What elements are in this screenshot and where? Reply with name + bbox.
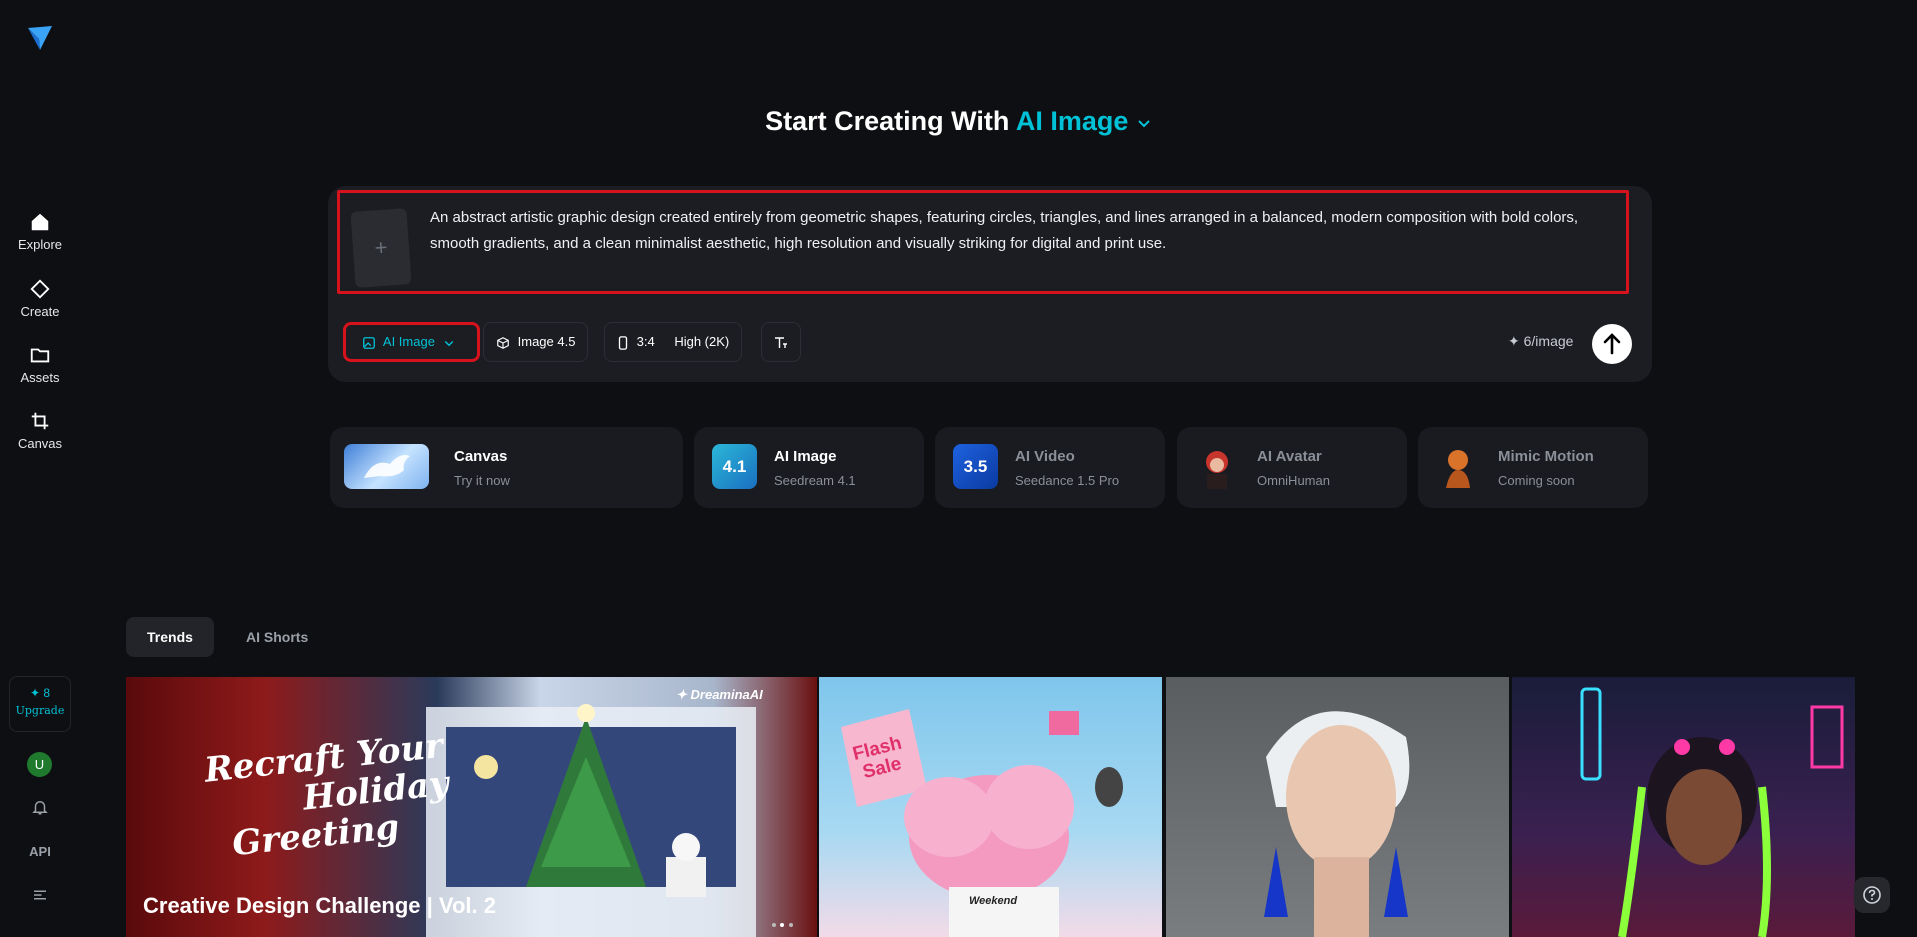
pegasus-thumbnail	[344, 444, 429, 489]
text-format-button[interactable]	[761, 322, 801, 362]
gallery-card-portrait[interactable]	[1166, 677, 1509, 937]
sidebar-item-label: Assets	[20, 370, 60, 385]
tool-name: AI Image	[774, 448, 837, 465]
tool-card-ai-image[interactable]: 4.1 AI Image Seedream 4.1	[694, 427, 924, 508]
sidebar-item-label: Create	[20, 304, 60, 319]
tool-sub: Seedance 1.5 Pro	[1015, 473, 1120, 488]
chevron-down-icon	[1138, 120, 1150, 128]
mode-label: AI Image	[1015, 106, 1129, 136]
tool-card-canvas[interactable]: Canvas Try it now	[330, 427, 683, 508]
avatar[interactable]: U	[27, 752, 52, 777]
tool-sub: Try it now	[454, 473, 510, 488]
arrow-up-icon	[1603, 333, 1621, 355]
credits-count: ✦ 8	[29, 686, 51, 700]
tool-card-mimic-motion[interactable]: Mimic Motion Coming soon	[1418, 427, 1648, 508]
cube-icon	[497, 336, 509, 349]
tool-name: Canvas	[454, 448, 508, 465]
cyber-artwork	[1580, 687, 1844, 937]
star-icon: ✦	[676, 687, 691, 702]
portrait-artwork	[1264, 711, 1410, 937]
sidebar-item-label: Explore	[17, 237, 63, 252]
mode-select-button[interactable]: AI Image	[343, 322, 480, 362]
tool-sub: OmniHuman	[1257, 473, 1330, 488]
brand-label: DreaminaAI	[690, 687, 763, 702]
crop-icon	[31, 412, 49, 430]
api-link[interactable]: API	[0, 844, 80, 859]
seedance-badge: 3.5	[953, 444, 998, 489]
seedream-badge: 4.1	[712, 444, 757, 489]
tool-name: AI Video	[1015, 448, 1075, 465]
ratio-quality-button[interactable]: 3:4 High (2K)	[604, 322, 743, 362]
mode-dropdown[interactable]: AI Image	[1016, 106, 1152, 136]
sidebar-item-label: Canvas	[17, 436, 63, 451]
avatar-thumbnail	[1195, 444, 1240, 489]
brand-watermark: ✦ DreaminaAI	[676, 687, 763, 703]
help-button[interactable]	[1854, 877, 1890, 913]
ratio-label: 3:4	[636, 334, 655, 349]
prompt-text[interactable]: An abstract artistic graphic design crea…	[430, 205, 1610, 257]
tool-sub: Seedream 4.1	[774, 473, 856, 488]
diamond-icon	[30, 279, 50, 299]
page-title: Start Creating With AI Image	[0, 106, 1917, 137]
gallery-card-cyber-girl[interactable]	[1512, 677, 1855, 937]
tool-sub: Coming soon	[1498, 473, 1575, 488]
sidebar-item-assets[interactable]: Assets	[0, 344, 80, 385]
generate-button[interactable]	[1592, 324, 1632, 364]
quality-label: High (2K)	[674, 334, 730, 349]
gallery-card-flash-sale[interactable]: Flash Sale Weekend	[819, 677, 1162, 937]
plus-icon: +	[373, 234, 389, 261]
image-icon	[363, 336, 375, 349]
sidebar: Explore Create Assets Canvas ✦ 8 Upgrade…	[0, 0, 80, 937]
folder-icon	[30, 348, 50, 363]
tab-ai-shorts[interactable]: AI Shorts	[225, 617, 329, 657]
menu-icon[interactable]	[0, 886, 80, 907]
mode-select-label: AI Image	[382, 334, 435, 349]
title-prefix: Start Creating With	[765, 106, 1010, 136]
tab-trends[interactable]: Trends	[126, 617, 214, 657]
phone-ratio-icon	[618, 335, 628, 350]
text-icon	[775, 336, 787, 348]
weekend-label: Weekend	[969, 895, 1018, 907]
mimic-thumbnail	[1436, 444, 1481, 489]
chevron-down-icon	[444, 340, 453, 346]
bell-icon[interactable]	[0, 798, 80, 819]
help-icon	[1863, 886, 1881, 904]
featured-title: Creative Design Challenge | Vol. 2	[143, 893, 496, 918]
app-logo-icon[interactable]	[24, 22, 56, 54]
model-label: Image 4.5	[517, 334, 576, 349]
tool-card-ai-video[interactable]: 3.5 AI Video Seedance 1.5 Pro	[935, 427, 1165, 508]
cost-per-image: ✦ 6/image	[1508, 333, 1574, 349]
sidebar-item-explore[interactable]: Explore	[0, 211, 80, 252]
upload-image-button[interactable]: +	[350, 208, 412, 288]
tool-card-ai-avatar[interactable]: AI Avatar OmniHuman	[1177, 427, 1407, 508]
sidebar-item-canvas[interactable]: Canvas	[0, 410, 80, 451]
tool-name: Mimic Motion	[1498, 448, 1594, 465]
carousel-dots[interactable]	[772, 914, 793, 932]
upgrade-label: Upgrade	[15, 704, 65, 717]
tool-name: AI Avatar	[1257, 448, 1322, 465]
home-icon	[31, 213, 49, 231]
credits-upgrade-button[interactable]: ✦ 8 Upgrade	[9, 676, 71, 732]
sidebar-item-create[interactable]: Create	[0, 278, 80, 319]
model-select-button[interactable]: Image 4.5	[483, 322, 589, 362]
gallery-card-featured[interactable]: Recraft Your Holiday Greeting ✦ Dreamina…	[126, 677, 817, 937]
